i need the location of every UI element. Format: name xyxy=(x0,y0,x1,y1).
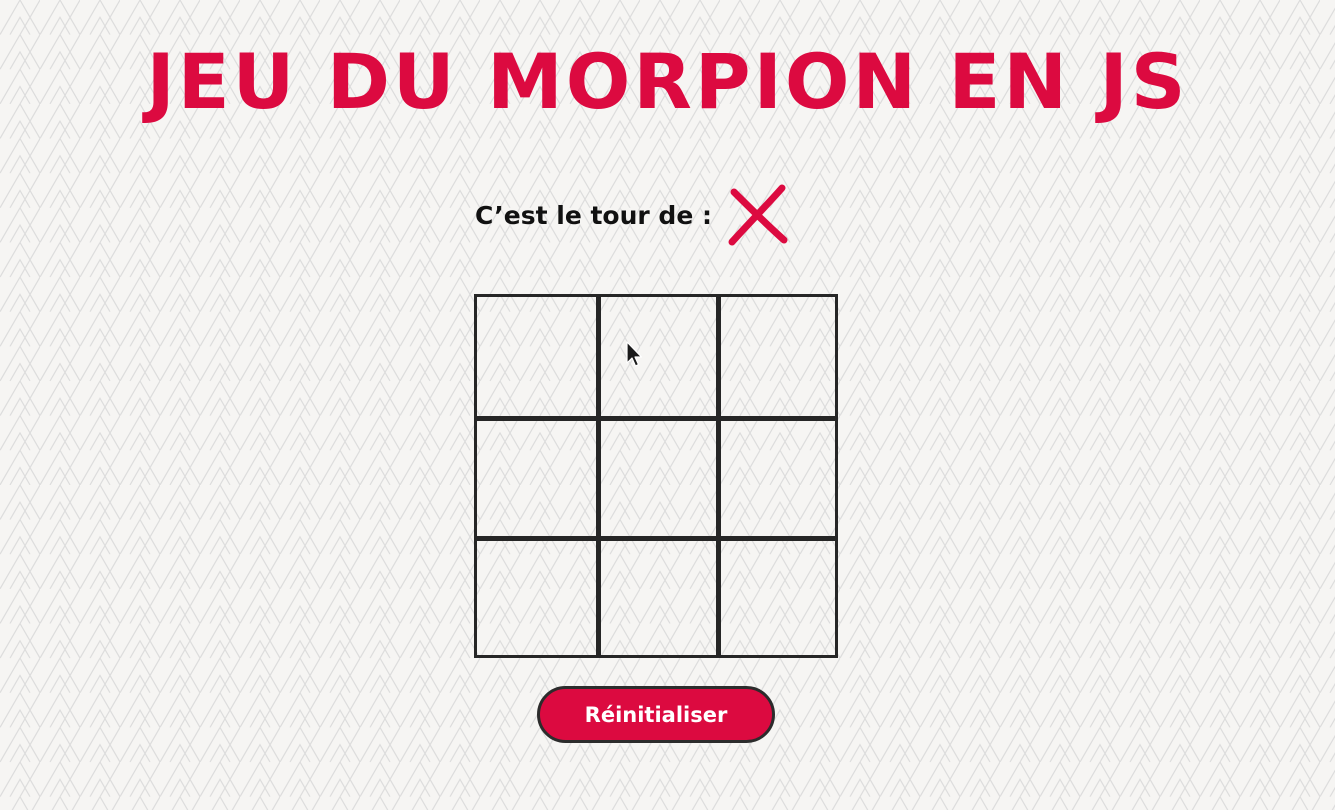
board-cell-9[interactable] xyxy=(715,535,835,655)
mouse-cursor-icon xyxy=(626,341,643,367)
board-cell-6[interactable] xyxy=(715,416,835,536)
game-board xyxy=(474,294,838,658)
board-cell-3[interactable] xyxy=(715,297,835,417)
board-cell-1[interactable] xyxy=(477,297,596,416)
board-cell-5[interactable] xyxy=(596,416,716,536)
board-cell-2[interactable] xyxy=(596,297,715,417)
turn-label: C’est le tour de : xyxy=(475,200,712,230)
board-cell-7[interactable] xyxy=(477,535,597,655)
turn-indicator: C’est le tour de : xyxy=(475,180,792,250)
x-mark-icon xyxy=(728,184,788,246)
board-cell-4[interactable] xyxy=(477,416,597,535)
board-cell-8[interactable] xyxy=(596,535,716,655)
game-container: JEU DU MORPION EN JS C’est le tour de : … xyxy=(0,0,1335,810)
reset-button[interactable]: Réinitialiser xyxy=(537,686,775,743)
page-title: JEU DU MORPION EN JS xyxy=(146,37,1189,126)
